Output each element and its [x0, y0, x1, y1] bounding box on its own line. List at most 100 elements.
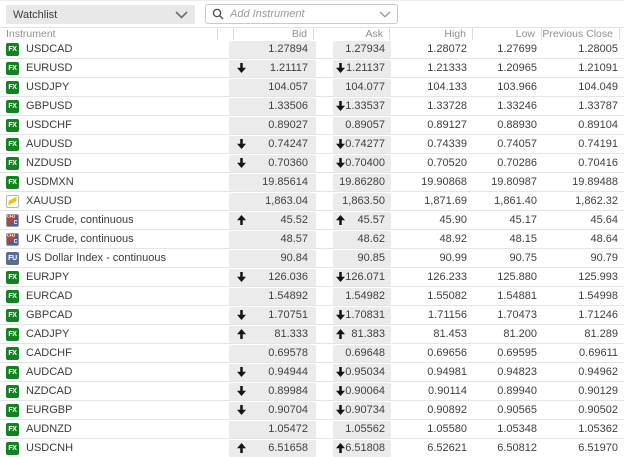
ask-cell[interactable]: 1.33537	[333, 97, 391, 115]
bid-cell[interactable]: 104.057	[229, 78, 316, 96]
table-row[interactable]: FX USDJPY 104.057 104.077 104.133 103.96…	[0, 78, 624, 97]
ask-cell[interactable]: 0.95034	[333, 363, 391, 381]
bid-cell[interactable]: 0.94944	[229, 363, 316, 381]
column-header-previous-close[interactable]: Previous Close	[542, 28, 620, 40]
instrument-name: NZDCAD	[26, 385, 72, 397]
ask-cell[interactable]: 48.62	[333, 230, 391, 248]
ask-cell[interactable]: 104.077	[333, 78, 391, 96]
ask-cell[interactable]: 1.21137	[333, 59, 391, 77]
table-row[interactable]: FX GBPCAD 1.70751 1.70831 1.71156 1.7047…	[0, 306, 624, 325]
bid-cell[interactable]: 0.90704	[229, 401, 316, 419]
bid-cell[interactable]: 1.33506	[229, 97, 316, 115]
ask-cell[interactable]: 0.70400	[333, 154, 391, 172]
instrument-cell: CFD C US Crude, continuous	[0, 211, 229, 229]
bid-cell[interactable]: 1.54892	[229, 287, 316, 305]
ask-cell[interactable]: 126.071	[333, 268, 391, 286]
column-header-high[interactable]: High	[390, 28, 473, 40]
add-instrument-input[interactable]	[228, 7, 375, 21]
low-cell: 1.05348	[497, 423, 537, 435]
table-row[interactable]: FU US Dollar Index - continuous 90.84 90…	[0, 249, 624, 268]
ask-cell[interactable]: 0.89057	[333, 116, 391, 134]
column-header-low[interactable]: Low	[473, 28, 542, 40]
chevron-down-icon[interactable]	[379, 10, 391, 18]
fx-icon: FX	[6, 365, 19, 379]
table-row[interactable]: FX EURJPY 126.036 126.071 126.233 125.88…	[0, 268, 624, 287]
table-row[interactable]: FX EURGBP 0.90704 0.90734 0.90892 0.9056…	[0, 401, 624, 420]
ask-value: 0.90734	[345, 404, 385, 416]
table-row[interactable]: CFD C US Crude, continuous 45.52 45.57 45…	[0, 211, 624, 230]
ask-cell[interactable]: 0.74277	[333, 135, 391, 153]
table-row[interactable]: FX USDMXN 19.85614 19.86280 19.90868 19.…	[0, 173, 624, 192]
bid-cell[interactable]: 0.74247	[229, 135, 316, 153]
ask-cell[interactable]: 1,863.50	[333, 192, 391, 210]
table-row[interactable]: FX EURCAD 1.54892 1.54982 1.55082 1.5488…	[0, 287, 624, 306]
ask-cell[interactable]: 6.51808	[333, 439, 391, 457]
fx-icon: FX	[6, 289, 19, 303]
ask-cell[interactable]: 1.27934	[333, 40, 391, 58]
table-row[interactable]: FX USDCHF 0.89027 0.89057 0.89127 0.8893…	[0, 116, 624, 135]
bid-cell[interactable]: 1.27894	[229, 40, 316, 58]
table-row[interactable]: FX CADCHF 0.69578 0.69648 0.69656 0.6959…	[0, 344, 624, 363]
bid-column: 1.27894	[229, 40, 316, 58]
column-spacer	[316, 154, 333, 172]
ask-cell[interactable]: 81.383	[333, 325, 391, 343]
bid-cell[interactable]: 0.89027	[229, 116, 316, 134]
watchlist-panel: Watchlist Instrument Bid Ask High Low Pr…	[0, 0, 624, 457]
ask-cell[interactable]: 19.86280	[333, 173, 391, 191]
fx-icon: FX	[6, 61, 19, 75]
table-row[interactable]: FX AUDCAD 0.94944 0.95034 0.94981 0.9482…	[0, 363, 624, 382]
bid-cell[interactable]: 90.84	[229, 249, 316, 267]
bid-cell[interactable]: 48.57	[229, 230, 316, 248]
column-header-ask[interactable]: Ask	[314, 28, 390, 40]
down-arrow-icon	[336, 101, 345, 111]
watchlist-dropdown[interactable]: Watchlist	[6, 5, 195, 24]
instrument-name: AUDUSD	[26, 138, 73, 150]
bid-cell[interactable]: 19.85614	[229, 173, 316, 191]
bid-column: 104.057	[229, 78, 316, 96]
add-instrument-search[interactable]	[205, 4, 398, 24]
bid-value: 90.84	[280, 252, 308, 264]
ask-cell[interactable]: 1.05562	[333, 420, 391, 438]
table-row[interactable]: FX NZDCAD 0.89984 0.90064 0.90114 0.8994…	[0, 382, 624, 401]
table-row[interactable]: FX AUDNZD 1.05472 1.05562 1.05580 1.0534…	[0, 420, 624, 439]
ask-cell[interactable]: 45.57	[333, 211, 391, 229]
ask-cell[interactable]: 0.90734	[333, 401, 391, 419]
prev-close-cell: 0.74191	[578, 138, 618, 150]
bid-cell[interactable]: 45.52	[229, 211, 316, 229]
bid-cell[interactable]: 0.70360	[229, 154, 316, 172]
table-row[interactable]: FX USDCNH 6.51658 6.51808 6.52621 6.5081…	[0, 439, 624, 457]
table-row[interactable]: FX CADJPY 81.333 81.383 81.453 81.200 81…	[0, 325, 624, 344]
column-header-instrument[interactable]: Instrument	[0, 28, 218, 40]
table-row[interactable]: FX GBPUSD 1.33506 1.33537 1.33728 1.3324…	[0, 97, 624, 116]
ask-cell[interactable]: 0.69648	[333, 344, 391, 362]
table-row[interactable]: FX EURUSD 1.21117 1.21137 1.21333 1.2096…	[0, 59, 624, 78]
table-row[interactable]: FX USDCAD 1.27894 1.27934 1.28072 1.2769…	[0, 40, 624, 59]
instrument-cell: FX GBPCAD	[0, 306, 229, 324]
ask-column: 1.70831	[333, 306, 391, 324]
bid-cell[interactable]: 1.70751	[229, 306, 316, 324]
ask-cell[interactable]: 0.90064	[333, 382, 391, 400]
ask-cell[interactable]: 1.54982	[333, 287, 391, 305]
bid-cell[interactable]: 1,863.04	[229, 192, 316, 210]
bid-cell[interactable]: 0.69578	[229, 344, 316, 362]
bid-cell[interactable]: 126.036	[229, 268, 316, 286]
column-header-bid[interactable]: Bid	[234, 28, 314, 40]
column-spacer	[316, 40, 333, 58]
bid-cell[interactable]: 1.05472	[229, 420, 316, 438]
table-row[interactable]: FX AUDUSD 0.74247 0.74277 0.74339 0.7405…	[0, 135, 624, 154]
table-row[interactable]: FX NZDUSD 0.70360 0.70400 0.70520 0.7028…	[0, 154, 624, 173]
instrument-cell: FU US Dollar Index - continuous	[0, 249, 229, 267]
ask-cell[interactable]: 1.70831	[333, 306, 391, 324]
table-row[interactable]: XAUUSD 1,863.04 1,863.50 1,871.69 1,861.…	[0, 192, 624, 211]
fx-icon: FX	[6, 422, 19, 436]
ask-cell[interactable]: 90.85	[333, 249, 391, 267]
bid-cell[interactable]: 81.333	[229, 325, 316, 343]
bid-value: 81.333	[274, 328, 308, 340]
table-row[interactable]: CFD C UK Crude, continuous 48.57 48.62 48…	[0, 230, 624, 249]
bid-cell[interactable]: 1.21117	[229, 59, 316, 77]
column-spacer	[316, 306, 333, 324]
instrument-cell: FX AUDCAD	[0, 363, 229, 381]
bid-cell[interactable]: 6.51658	[229, 439, 316, 457]
prev-close-cell: 1.05362	[578, 423, 618, 435]
bid-cell[interactable]: 0.89984	[229, 382, 316, 400]
